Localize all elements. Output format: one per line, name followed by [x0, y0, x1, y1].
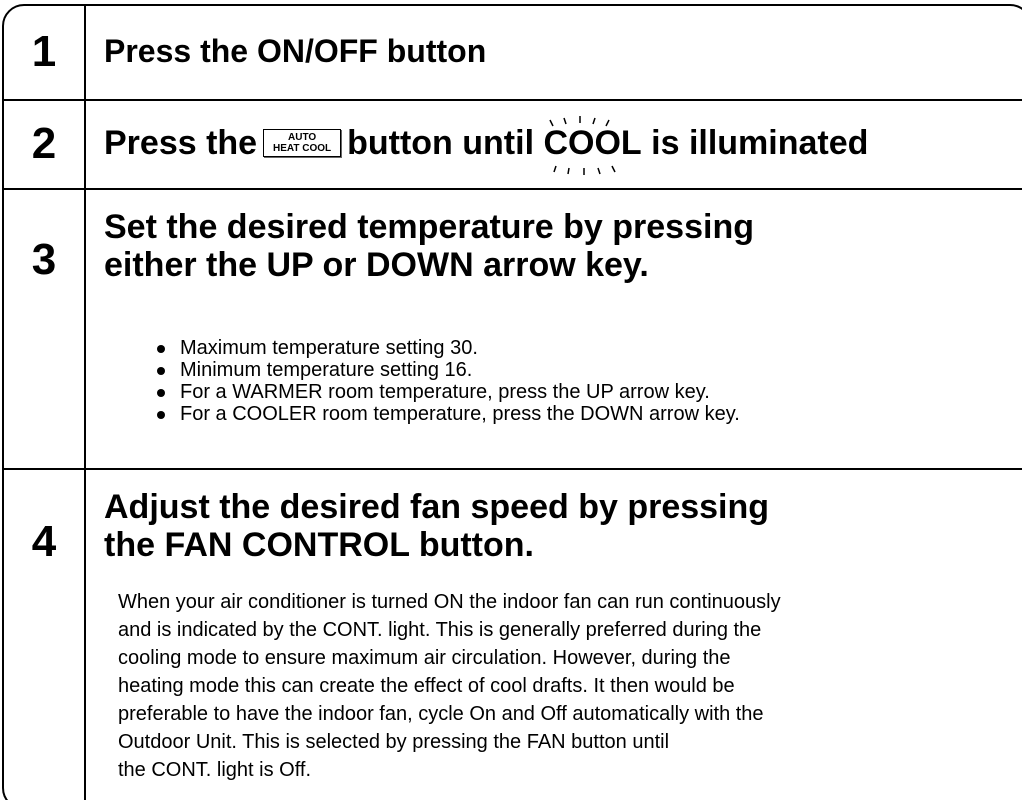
step-2-number: 2: [31, 119, 57, 168]
step-divider-2: [2, 188, 1022, 190]
temperature-tips-list: Maximum temperature setting 30. Minimum …: [150, 337, 740, 425]
step-1-number: 1: [31, 27, 57, 76]
paragraph-line: preferable to have the indoor fan, cycle…: [118, 703, 764, 725]
list-item: For a COOLER room temperature, press the…: [150, 403, 740, 425]
step-4-heading: Adjust the desired fan speed by pressing…: [104, 488, 769, 564]
step-1-heading: Press the ON/OFF button: [104, 33, 487, 69]
paragraph-line: the CONT. light is Off.: [118, 759, 312, 781]
step-2-heading-after: is illuminated: [651, 124, 869, 162]
step-4-heading-line-2: the FAN CONTROL button.: [104, 526, 534, 564]
step-divider-1: [2, 99, 1022, 101]
list-item: For a WARMER room temperature, press the…: [150, 381, 740, 403]
illumination-rays-icon: [549, 116, 617, 175]
mode-button-bottom-label: HEAT COOL: [273, 143, 332, 155]
illuminated-cool-indicator: COOL: [543, 116, 642, 175]
paragraph-line: and is indicated by the CONT. light. Thi…: [118, 619, 762, 641]
mode-button-top-label: AUTO: [288, 132, 317, 144]
step-3-number: 3: [31, 235, 57, 284]
step-3-heading: Set the desired temperature by pressing …: [104, 208, 754, 284]
step-4-heading-line-1: Adjust the desired fan speed by pressing: [104, 488, 770, 526]
step-divider-3: [2, 468, 1022, 470]
step-2-heading-before: Press the: [104, 124, 258, 162]
paragraph-line: cooling mode to ensure maximum air circu…: [118, 647, 731, 669]
number-column-divider: [84, 4, 86, 800]
step-2-heading-middle: button until: [347, 124, 535, 162]
mode-button-icon: AUTO HEAT COOL: [263, 129, 342, 158]
paragraph-line: When your air conditioner is turned ON t…: [118, 591, 781, 613]
step-4-number: 4: [31, 517, 57, 566]
step-3-heading-line-2: either the UP or DOWN arrow key.: [104, 246, 649, 284]
fan-control-description: When your air conditioner is turned ON t…: [118, 588, 1018, 784]
list-item: Maximum temperature setting 30.: [150, 337, 740, 359]
step-2-heading: Press the AUTO HEAT COOL button until COOL …: [104, 116, 869, 175]
paragraph-line: Outdoor Unit. This is selected by pressi…: [118, 731, 670, 753]
list-item: Minimum temperature setting 16.: [150, 359, 740, 381]
paragraph-line: heating mode this can create the effect …: [118, 675, 735, 697]
step-3-heading-line-1: Set the desired temperature by pressing: [104, 208, 754, 246]
